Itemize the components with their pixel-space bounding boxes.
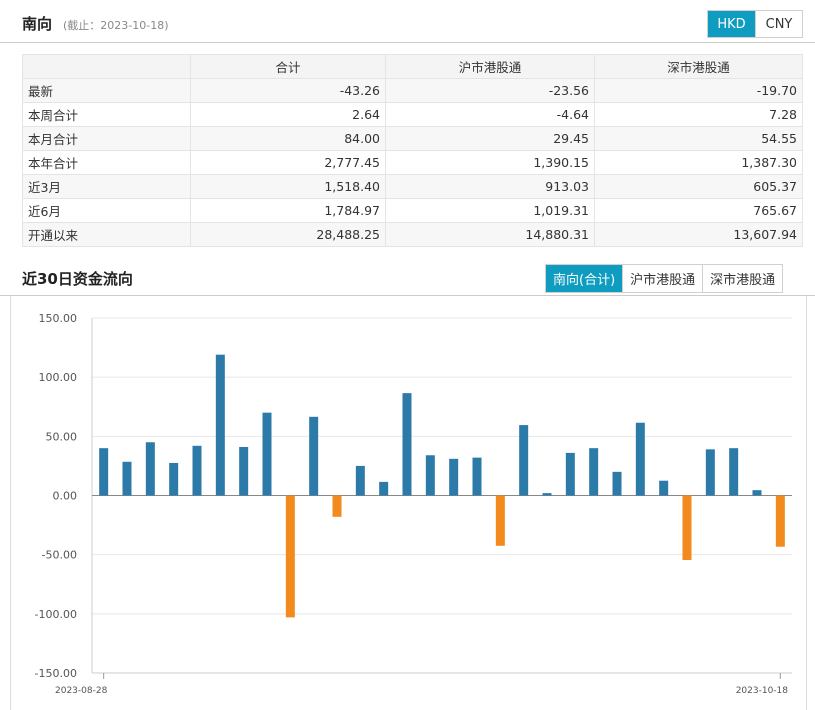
sz-cell: 765.67 xyxy=(594,198,803,223)
total-cell: 2.64 xyxy=(190,102,386,127)
column-header xyxy=(22,54,191,79)
chart-bar xyxy=(379,481,389,496)
y-tick-label: 100.00 xyxy=(39,371,78,384)
sz-cell: 54.55 xyxy=(594,126,803,151)
chart-bar xyxy=(239,446,249,496)
sz-cell: 7.28 xyxy=(594,102,803,127)
row-label: 最新 xyxy=(22,78,191,103)
x-start-label: 2023-08-28 xyxy=(55,686,108,696)
x-end-label: 2023-10-18 xyxy=(736,686,789,696)
chart-bar xyxy=(729,448,739,496)
sh-cell: 913.03 xyxy=(385,174,595,199)
chart-bar xyxy=(262,412,272,496)
currency-toggle: HKD CNY xyxy=(707,10,803,38)
total-cell: -43.26 xyxy=(190,78,386,103)
sh-cell: -4.64 xyxy=(385,102,595,127)
chart-bar xyxy=(542,493,552,496)
total-cell: 28,488.25 xyxy=(190,222,386,247)
y-tick-label: -50.00 xyxy=(42,549,77,562)
currency-cny-button[interactable]: CNY xyxy=(755,11,802,37)
chart-bar xyxy=(425,455,435,496)
sz-cell: -19.70 xyxy=(594,78,803,103)
chart-bar xyxy=(332,495,342,517)
chart-bar xyxy=(565,452,575,496)
chart-bar xyxy=(309,416,319,496)
chart-bar xyxy=(495,495,505,546)
row-label: 本月合计 xyxy=(22,126,191,151)
chart-bar xyxy=(705,449,715,496)
sh-cell: 14,880.31 xyxy=(385,222,595,247)
table-row: 近3月 1,518.40 913.03 605.37 xyxy=(22,174,803,199)
table-row: 开通以来 28,488.25 14,880.31 13,607.94 xyxy=(22,222,803,247)
table-row: 近6月 1,784.97 1,019.31 765.67 xyxy=(22,198,803,223)
table-row: 本年合计 2,777.45 1,390.15 1,387.30 xyxy=(22,150,803,175)
tab-sz-connect[interactable]: 深市港股通 xyxy=(702,265,783,292)
y-tick-label: -100.00 xyxy=(35,608,77,621)
y-tick-label: 150.00 xyxy=(39,312,78,325)
chart-bar xyxy=(99,448,109,496)
chart-bar xyxy=(519,425,529,496)
sz-cell: 13,607.94 xyxy=(594,222,803,247)
currency-hkd-button[interactable]: HKD xyxy=(708,11,755,37)
tab-sh-connect[interactable]: 沪市港股通 xyxy=(622,265,703,292)
sh-cell: 1,019.31 xyxy=(385,198,595,223)
as-of-date: (截止：2023-10-18) xyxy=(63,19,169,32)
chart-bar xyxy=(192,445,202,496)
chart-bar xyxy=(775,495,785,547)
table-header-row: 合计 沪市港股通 深市港股通 xyxy=(22,54,803,79)
column-header: 合计 xyxy=(190,54,386,79)
chart-bar xyxy=(122,461,132,496)
y-tick-label: 0.00 xyxy=(53,490,78,503)
chart-bar xyxy=(169,462,179,496)
tab-southbound-total[interactable]: 南向(合计) xyxy=(546,265,623,292)
total-cell: 1,518.40 xyxy=(190,174,386,199)
chart-bar xyxy=(215,354,225,496)
table-row: 最新 -43.26 -23.56 -19.70 xyxy=(22,78,803,103)
flow-summary-table: 合计 沪市港股通 深市港股通 最新 -43.26 -23.56 -19.70 本… xyxy=(22,54,803,247)
table-row: 本月合计 84.00 29.45 54.55 xyxy=(22,126,803,151)
row-label: 本年合计 xyxy=(22,150,191,175)
flow-bar-chart: 150.00 100.00 50.00 0.00 -50.00 -100.00 -150.0… xyxy=(35,312,792,696)
table-row: 本周合计 2.64 -4.64 7.28 xyxy=(22,102,803,127)
chart-bar xyxy=(402,393,412,496)
chart-bar xyxy=(682,495,692,560)
sh-cell: 29.45 xyxy=(385,126,595,151)
chart-bar xyxy=(612,471,622,496)
chart-tab-group: 南向(合计) 沪市港股通 深市港股通 xyxy=(545,264,784,293)
chart-bar xyxy=(355,465,365,496)
chart-section-title: 近30日资金流向 xyxy=(22,270,133,288)
column-header: 沪市港股通 xyxy=(385,54,595,79)
y-tick-label: -150.00 xyxy=(35,667,77,680)
total-cell: 84.00 xyxy=(190,126,386,151)
row-label: 近6月 xyxy=(22,198,191,223)
row-label: 本周合计 xyxy=(22,102,191,127)
chart-bar xyxy=(449,458,459,496)
sh-cell: -23.56 xyxy=(385,78,595,103)
chart-bar xyxy=(752,490,762,496)
chart-bar xyxy=(145,442,155,496)
sz-cell: 605.37 xyxy=(594,174,803,199)
flow-chart-panel: 150.00 100.00 50.00 0.00 -50.00 -100.00 -150.0… xyxy=(10,296,807,710)
chart-bar xyxy=(635,422,645,496)
chart-bar xyxy=(472,457,482,496)
column-header: 深市港股通 xyxy=(594,54,803,79)
southbound-header: 南向 (截止：2023-10-18) HKD CNY xyxy=(0,0,815,43)
chart-bar xyxy=(659,480,669,496)
row-label: 开通以来 xyxy=(22,222,191,247)
total-cell: 2,777.45 xyxy=(190,150,386,175)
chart-bar xyxy=(589,448,599,496)
sz-cell: 1,387.30 xyxy=(594,150,803,175)
total-cell: 1,784.97 xyxy=(190,198,386,223)
y-tick-label: 50.00 xyxy=(46,430,78,443)
page-title: 南向 xyxy=(22,15,53,33)
chart-bar xyxy=(285,495,295,618)
sh-cell: 1,390.15 xyxy=(385,150,595,175)
row-label: 近3月 xyxy=(22,174,191,199)
